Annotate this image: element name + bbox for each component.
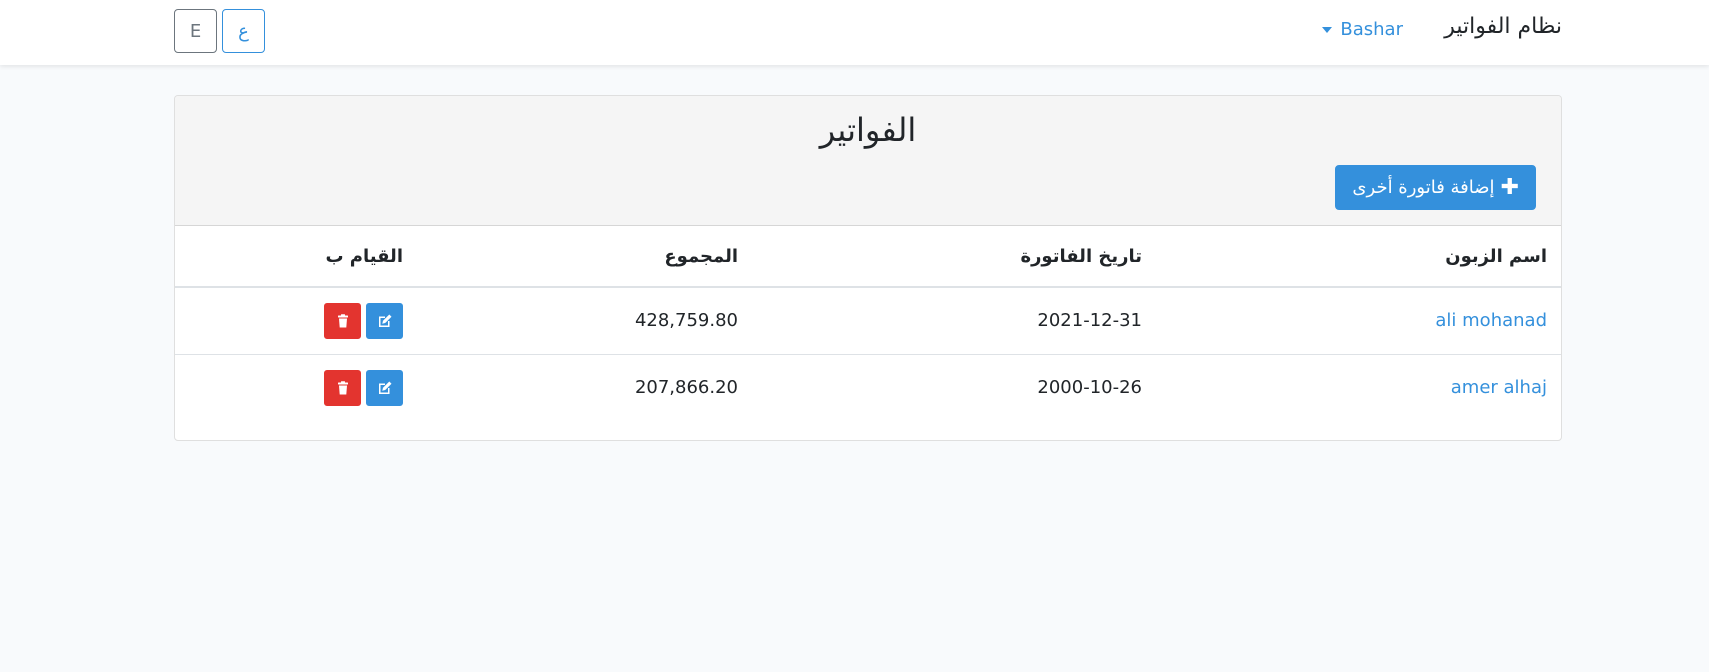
total-cell: 428,759.80 xyxy=(634,310,738,332)
customer-name-cell: amer alhaj xyxy=(1156,353,1561,421)
trash-icon xyxy=(337,313,348,328)
top-navbar: E ع Bashar نظام الفواتير xyxy=(0,0,1709,65)
add-invoice-label: إضافة فاتورة أخرى xyxy=(1352,177,1495,198)
add-invoice-button[interactable]: ✚ إضافة فاتورة أخرى xyxy=(1335,165,1536,210)
total-cell: 207,866.20 xyxy=(417,353,752,421)
header-total: المجموع xyxy=(417,226,752,288)
lang-english-button[interactable]: E xyxy=(174,9,217,53)
lang-arabic-button[interactable]: ع xyxy=(222,9,265,53)
invoices-card: الفواتير ✚ إضافة فاتورة أخرى اسم الزبون … xyxy=(174,95,1562,441)
card-header: الفواتير ✚ إضافة فاتورة أخرى xyxy=(175,96,1561,226)
trash-icon xyxy=(337,380,348,395)
page-title: الفواتير xyxy=(819,111,917,149)
edit-button[interactable] xyxy=(366,302,403,339)
brand-title[interactable]: نظام الفواتير xyxy=(1444,14,1562,39)
table-header-row: اسم الزبون تاريخ الفاتورة المجموع القيام… xyxy=(175,226,1561,288)
user-dropdown[interactable]: Bashar xyxy=(1322,19,1403,40)
delete-button[interactable] xyxy=(324,369,361,406)
actions-cell xyxy=(175,287,417,354)
table-row: ali mohanad 2021-12-31 428,759.80 xyxy=(175,287,1561,354)
edit-icon xyxy=(378,314,391,327)
plus-icon: ✚ xyxy=(1500,174,1519,200)
header-actions: القيام ب xyxy=(175,226,417,288)
caret-down-icon xyxy=(1322,26,1333,33)
invoice-date-cell: 2000-10-26 xyxy=(752,353,1156,421)
delete-button[interactable] xyxy=(324,302,361,339)
actions-cell xyxy=(175,353,417,421)
user-name: Bashar xyxy=(1340,19,1403,40)
invoices-table: اسم الزبون تاريخ الفاتورة المجموع القيام… xyxy=(175,226,1561,421)
customer-link[interactable]: ali mohanad xyxy=(1435,310,1547,331)
edit-button[interactable] xyxy=(366,369,403,406)
invoice-date-cell: 2021-12-31 xyxy=(1037,310,1142,332)
edit-icon xyxy=(378,381,391,394)
table-row: amer alhaj 2000-10-26 207,866.20 xyxy=(175,353,1561,421)
header-customer-name: اسم الزبون xyxy=(1156,226,1561,288)
customer-name-cell: ali mohanad xyxy=(1156,287,1561,354)
header-invoice-date: تاريخ الفاتورة xyxy=(752,226,1156,288)
customer-link[interactable]: amer alhaj xyxy=(1451,377,1547,398)
